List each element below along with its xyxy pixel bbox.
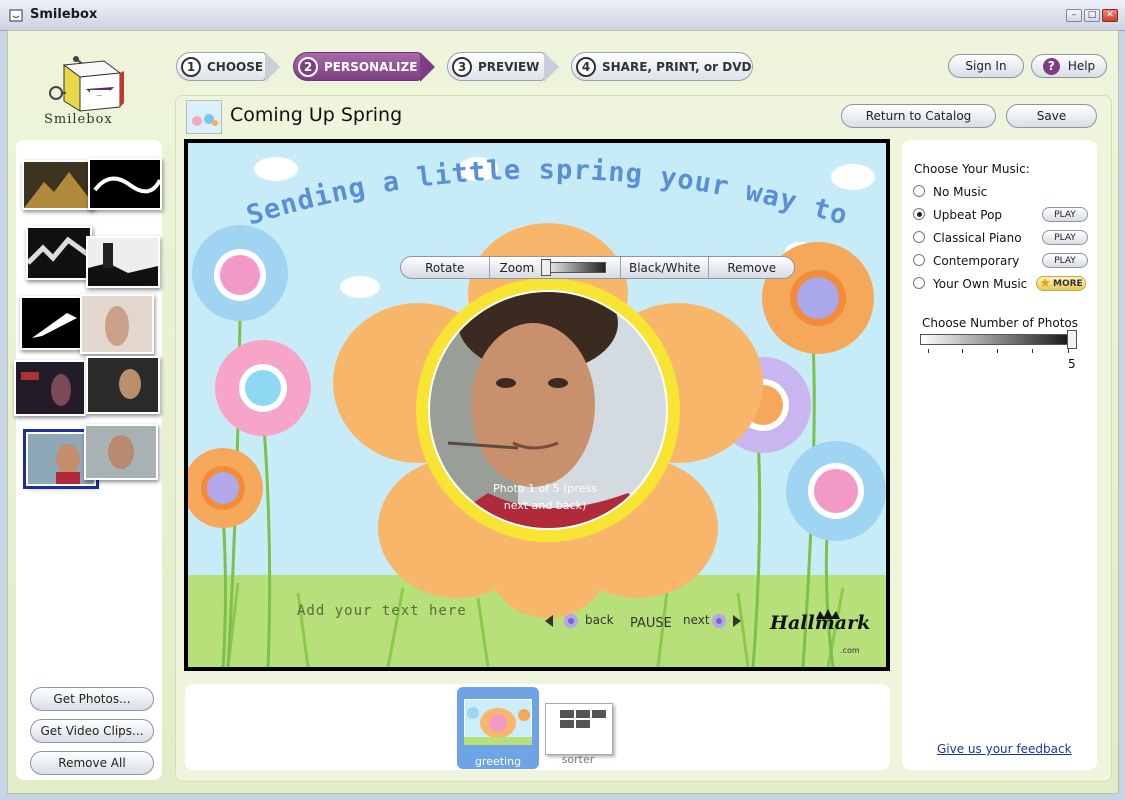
- rotate-button[interactable]: Rotate: [401, 257, 490, 278]
- more-music-button[interactable]: ★ MORE: [1036, 276, 1086, 291]
- step-label: CHOOSE: [207, 59, 264, 74]
- feedback-link[interactable]: Give us your feedback: [937, 742, 1072, 756]
- photo-thumbnail[interactable]: [88, 158, 162, 210]
- step-label: PERSONALIZE: [324, 59, 418, 74]
- photo-count-slider[interactable]: [920, 334, 1075, 345]
- card-text-input[interactable]: Add your text here: [297, 603, 467, 619]
- hallmark-logo: Hallmark: [770, 612, 871, 634]
- step-label: SHARE, PRINT, or DVD: [602, 59, 752, 74]
- music-option-label: Classical Piano: [933, 231, 1022, 245]
- template-sorter[interactable]: [545, 703, 613, 755]
- sign-in-button[interactable]: Sign In: [948, 54, 1024, 78]
- music-radio-contemporary[interactable]: [913, 254, 925, 266]
- black-white-button[interactable]: Black/White: [621, 257, 710, 278]
- music-title: Choose Your Music:: [914, 162, 1030, 176]
- music-option-label: Your Own Music: [933, 277, 1028, 291]
- next-button[interactable]: next: [683, 613, 710, 627]
- music-option-label: No Music: [933, 185, 988, 199]
- photo-caption: Photo 1 of 5 (press next and back): [493, 482, 597, 512]
- zoom-control[interactable]: Zoom: [490, 257, 621, 278]
- step-number: 1: [181, 56, 201, 77]
- step-number: 3: [452, 56, 472, 77]
- get-video-clips-button[interactable]: Get Video Clips...: [30, 719, 154, 743]
- music-radio-upbeat-pop[interactable]: [913, 208, 925, 220]
- zoom-slider-thumb[interactable]: [541, 259, 552, 276]
- more-label: MORE: [1052, 278, 1083, 289]
- hallmark-logo-suffix: .com: [840, 646, 860, 655]
- card-artwork: Sending a little spring your way today!: [188, 143, 886, 667]
- slider-tick: [997, 349, 998, 353]
- template-label: greeting: [474, 755, 522, 768]
- template-label: sorter: [561, 753, 595, 766]
- step-number: 4: [576, 56, 596, 77]
- zoom-slider[interactable]: [541, 259, 607, 276]
- save-button[interactable]: Save: [1006, 104, 1097, 128]
- pause-button[interactable]: PAUSE: [630, 616, 672, 631]
- slider-tick: [1032, 349, 1033, 353]
- title-bar: [0, 0, 1125, 31]
- help-button[interactable]: ? Help: [1031, 54, 1107, 78]
- greeting-card-frame: Sending a little spring your way today!: [184, 139, 890, 671]
- logo-text: Smilebox: [44, 112, 113, 127]
- photo-thumbnail[interactable]: [22, 160, 94, 210]
- zoom-label: Zoom: [499, 260, 535, 275]
- step-arrow: [265, 52, 280, 82]
- photo-count-slider-thumb[interactable]: [1067, 330, 1077, 349]
- step-label: PREVIEW: [478, 59, 540, 74]
- help-label: Help: [1067, 59, 1096, 73]
- play-classical-piano-button[interactable]: PLAY: [1042, 230, 1088, 245]
- slider-tick: [1068, 349, 1069, 353]
- window-title: Smilebox: [30, 7, 98, 22]
- get-photos-button[interactable]: Get Photos...: [30, 687, 154, 711]
- photo-thumbnail[interactable]: [84, 424, 158, 480]
- music-radio-no-music[interactable]: [913, 185, 925, 197]
- step-arrow: [420, 52, 435, 82]
- minimize-button[interactable]: –: [1066, 9, 1082, 22]
- photo-thumbnail[interactable]: [14, 360, 86, 416]
- sorter-template-preview: [560, 710, 606, 728]
- step-personalize[interactable]: 2 PERSONALIZE: [293, 52, 421, 81]
- star-icon: ★: [1039, 276, 1051, 291]
- close-button[interactable]: ✕: [1102, 9, 1118, 22]
- music-radio-classical-piano[interactable]: [913, 231, 925, 243]
- photo-edit-toolbar: Rotate Zoom Black/White Remove: [400, 256, 795, 279]
- project-title: Coming Up Spring: [230, 104, 403, 126]
- music-option-label: Upbeat Pop: [933, 208, 1003, 222]
- project-thumbnail: [186, 100, 222, 134]
- photo-thumbnail[interactable]: [86, 356, 160, 414]
- help-icon: ?: [1042, 57, 1060, 75]
- step-share-print-dvd[interactable]: 4 SHARE, PRINT, or DVD: [571, 52, 753, 81]
- greeting-template-preview: [464, 699, 532, 745]
- step-choose[interactable]: 1 CHOOSE: [176, 52, 266, 81]
- remove-all-button[interactable]: Remove All: [30, 751, 154, 775]
- photo-thumbnail[interactable]: [20, 296, 86, 350]
- music-radio-your-own-music[interactable]: [913, 277, 925, 289]
- photo-thumbnail[interactable]: [86, 236, 160, 288]
- photo-count-value: 5: [1068, 357, 1076, 371]
- photo-thumbnail[interactable]: [80, 294, 154, 354]
- greeting-card: Sending a little spring your way today!: [188, 143, 886, 667]
- return-to-catalog-button[interactable]: Return to Catalog: [841, 104, 996, 128]
- step-arrow: [544, 52, 559, 82]
- photo-thumbnail[interactable]: [26, 226, 92, 280]
- remove-photo-button[interactable]: Remove: [709, 257, 794, 278]
- back-button[interactable]: back: [549, 613, 614, 627]
- photo-count-title: Choose Number of Photos: [922, 316, 1078, 330]
- play-contemporary-button[interactable]: PLAY: [1042, 253, 1088, 268]
- step-preview[interactable]: 3 PREVIEW: [447, 52, 545, 81]
- slider-tick: [962, 349, 963, 353]
- step-number: 2: [298, 56, 318, 77]
- play-upbeat-pop-button[interactable]: PLAY: [1042, 207, 1088, 222]
- card-headline: Sending a little spring your way today!: [188, 143, 852, 232]
- maximize-button[interactable]: □: [1084, 9, 1100, 22]
- music-option-label: Contemporary: [933, 254, 1020, 268]
- slider-tick: [928, 349, 929, 353]
- smilebox-app-icon: [9, 9, 23, 22]
